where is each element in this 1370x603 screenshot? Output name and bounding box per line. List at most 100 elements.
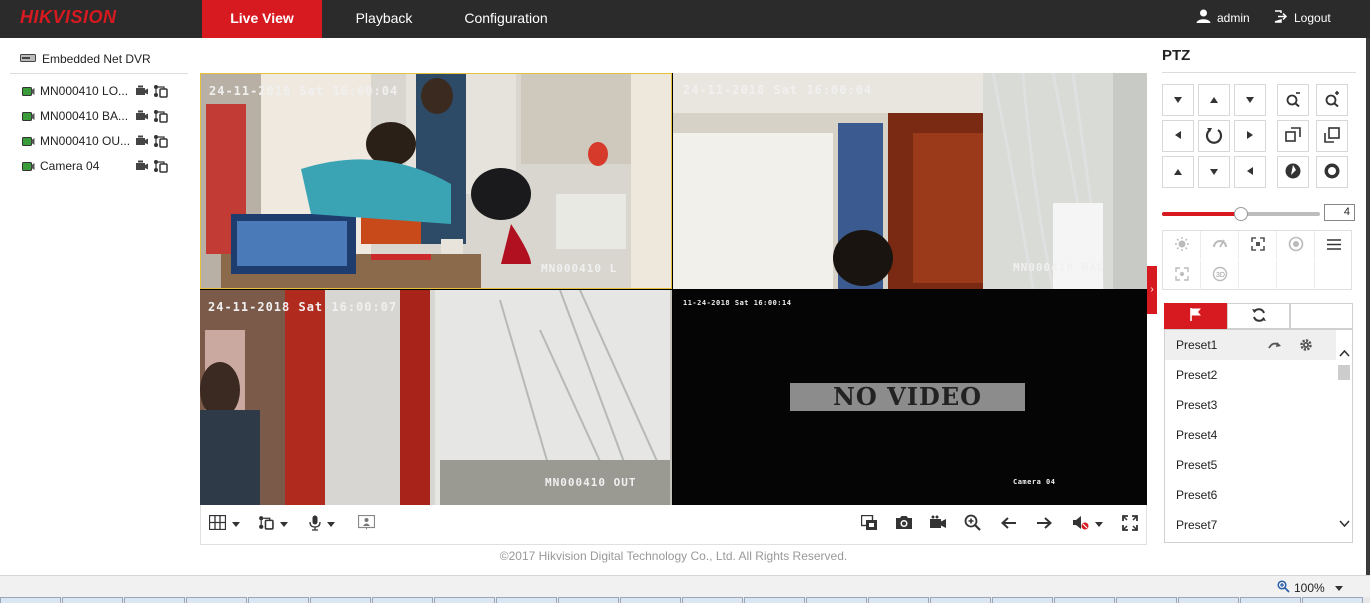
browser-status-bar: 100%	[0, 575, 1370, 603]
ptz-up-button[interactable]	[1198, 84, 1230, 116]
zoom-out-button[interactable]	[1277, 84, 1309, 116]
ptz-speed-value[interactable]: 4	[1324, 204, 1355, 221]
rotate-icon	[1205, 126, 1223, 147]
iris-close-button[interactable]	[1316, 156, 1348, 188]
tree-divider	[10, 73, 188, 74]
focus-far-button[interactable]	[1316, 120, 1348, 152]
lens-init-icon	[1288, 236, 1304, 255]
audio-button[interactable]	[1072, 515, 1103, 533]
ptz-left-up-button[interactable]	[1162, 84, 1194, 116]
ptz-right-down-button[interactable]	[1234, 156, 1266, 188]
record-icon[interactable]	[134, 134, 150, 148]
tree-root-dvr[interactable]: Embedded Net DVR	[20, 52, 151, 66]
list-item-preset[interactable]: Preset5	[1165, 450, 1337, 480]
tab-patrol[interactable]	[1227, 303, 1290, 329]
zoom-in-icon	[964, 514, 981, 534]
video-tile-2[interactable]: 24-11-2018 Sat 16:00:04 MN000410 BAC	[673, 73, 1147, 289]
ptz-divider	[1162, 72, 1356, 73]
manual-track-button[interactable]	[1163, 261, 1201, 290]
previous-page-button[interactable]	[1001, 515, 1017, 533]
gear-icon[interactable]	[1299, 330, 1313, 360]
list-item-preset[interactable]: Preset3	[1165, 390, 1337, 420]
collapse-ptz-panel-handle[interactable]: ›	[1147, 266, 1157, 314]
record-icon[interactable]	[134, 159, 150, 173]
lens-init-button[interactable]	[1277, 231, 1315, 260]
video-tile-3[interactable]: 24-11-2018 Sat 16:00:07 MN000410 OUT	[200, 290, 672, 505]
list-item-preset[interactable]: Preset6	[1165, 480, 1337, 510]
scrollbar-thumb[interactable]	[1338, 365, 1350, 380]
list-item-preset[interactable]: Preset1	[1165, 330, 1337, 360]
iris-open-icon	[1284, 162, 1302, 183]
record-icon[interactable]	[134, 109, 150, 123]
video-tile-1[interactable]: 24-11-2018 Sat 16:00:04 MN000410 L	[200, 73, 672, 289]
tab-live-view[interactable]: Live View	[202, 0, 322, 38]
record-all-button[interactable]	[929, 515, 947, 533]
tree-camera-2[interactable]: MN000410 BA...	[22, 107, 182, 125]
ptz-right-button[interactable]	[1234, 120, 1266, 152]
user-menu[interactable]: admin	[1196, 0, 1250, 38]
osd-timestamp: 24-11-2018 Sat 16:00:07	[208, 300, 398, 314]
person-tracking-icon	[357, 514, 376, 533]
auto-focus-button[interactable]	[1239, 231, 1277, 260]
digital-zoom-button[interactable]	[964, 514, 981, 534]
list-item-preset[interactable]: Preset7	[1165, 510, 1337, 540]
capture-button[interactable]	[895, 515, 913, 533]
ptz-speed-slider[interactable]	[1162, 207, 1320, 221]
ptz-speed-knob[interactable]	[1234, 207, 1248, 221]
tree-camera-3[interactable]: MN000410 OU...	[22, 132, 182, 150]
stop-all-live-button[interactable]	[860, 514, 878, 533]
window-layout-button[interactable]	[208, 514, 240, 533]
video-tile-4[interactable]: 11-24-2018 Sat 16:00:14 NO VIDEO Camera …	[673, 290, 1147, 505]
tree-root-label: Embedded Net DVR	[42, 52, 151, 66]
logout-label: Logout	[1294, 11, 1331, 25]
more-settings-button[interactable]	[1315, 231, 1353, 260]
logout-button[interactable]: Logout	[1274, 0, 1331, 38]
tab-preset[interactable]	[1164, 303, 1227, 329]
triangle-down-icon	[1209, 165, 1219, 179]
preset-scrollbar[interactable]	[1336, 330, 1352, 542]
tree-camera-1[interactable]: MN000410 LO...	[22, 82, 182, 100]
tab-pattern[interactable]	[1290, 303, 1353, 329]
chevron-up-icon[interactable]	[1339, 346, 1350, 360]
fullscreen-button[interactable]	[1122, 514, 1138, 533]
ptz-control-icon[interactable]	[152, 109, 168, 123]
list-item-preset[interactable]: Preset4	[1165, 420, 1337, 450]
goto-preset-icon[interactable]	[1268, 330, 1282, 360]
username: admin	[1217, 11, 1250, 25]
chevron-down-icon	[280, 521, 288, 527]
focus-near-button[interactable]	[1277, 120, 1309, 152]
stream-type-button[interactable]	[258, 515, 288, 533]
ptz-control-icon[interactable]	[152, 84, 168, 98]
3d-positioning-button[interactable]: 3D	[1201, 261, 1239, 290]
ptz-control-icon[interactable]	[152, 134, 168, 148]
next-page-button[interactable]	[1036, 515, 1052, 533]
track-icon	[1174, 267, 1189, 284]
stream-icon	[258, 515, 274, 533]
focus-far-icon	[1324, 126, 1340, 146]
wiper-button[interactable]	[1201, 231, 1239, 260]
tab-playback[interactable]: Playback	[338, 0, 430, 38]
triangle-left-icon	[1246, 165, 1254, 179]
chevron-down-icon	[1334, 585, 1343, 591]
zoom-in-button[interactable]	[1316, 84, 1348, 116]
manual-tracking-button[interactable]	[357, 514, 376, 533]
list-item-preset[interactable]: Preset2	[1165, 360, 1337, 390]
tab-configuration[interactable]: Configuration	[448, 0, 564, 38]
osd-channel-name: Camera 04	[1013, 478, 1056, 486]
taskbar-strip	[0, 597, 1370, 603]
ptz-control-icon[interactable]	[152, 159, 168, 173]
iris-open-button[interactable]	[1277, 156, 1309, 188]
light-button[interactable]	[1163, 231, 1201, 260]
video-frame-1	[201, 74, 671, 288]
function-slot-empty	[1277, 261, 1315, 290]
ptz-auto-pan-button[interactable]	[1198, 120, 1230, 152]
ptz-right-up-button[interactable]	[1234, 84, 1266, 116]
ptz-left-button[interactable]	[1162, 120, 1194, 152]
tree-camera-4[interactable]: Camera 04	[22, 157, 182, 175]
ptz-down-button[interactable]	[1198, 156, 1230, 188]
audio-talk-button[interactable]	[309, 515, 335, 533]
zoom-control[interactable]: 100%	[1277, 580, 1343, 596]
record-icon[interactable]	[134, 84, 150, 98]
chevron-down-icon[interactable]	[1339, 516, 1350, 530]
ptz-left-down-button[interactable]	[1162, 156, 1194, 188]
